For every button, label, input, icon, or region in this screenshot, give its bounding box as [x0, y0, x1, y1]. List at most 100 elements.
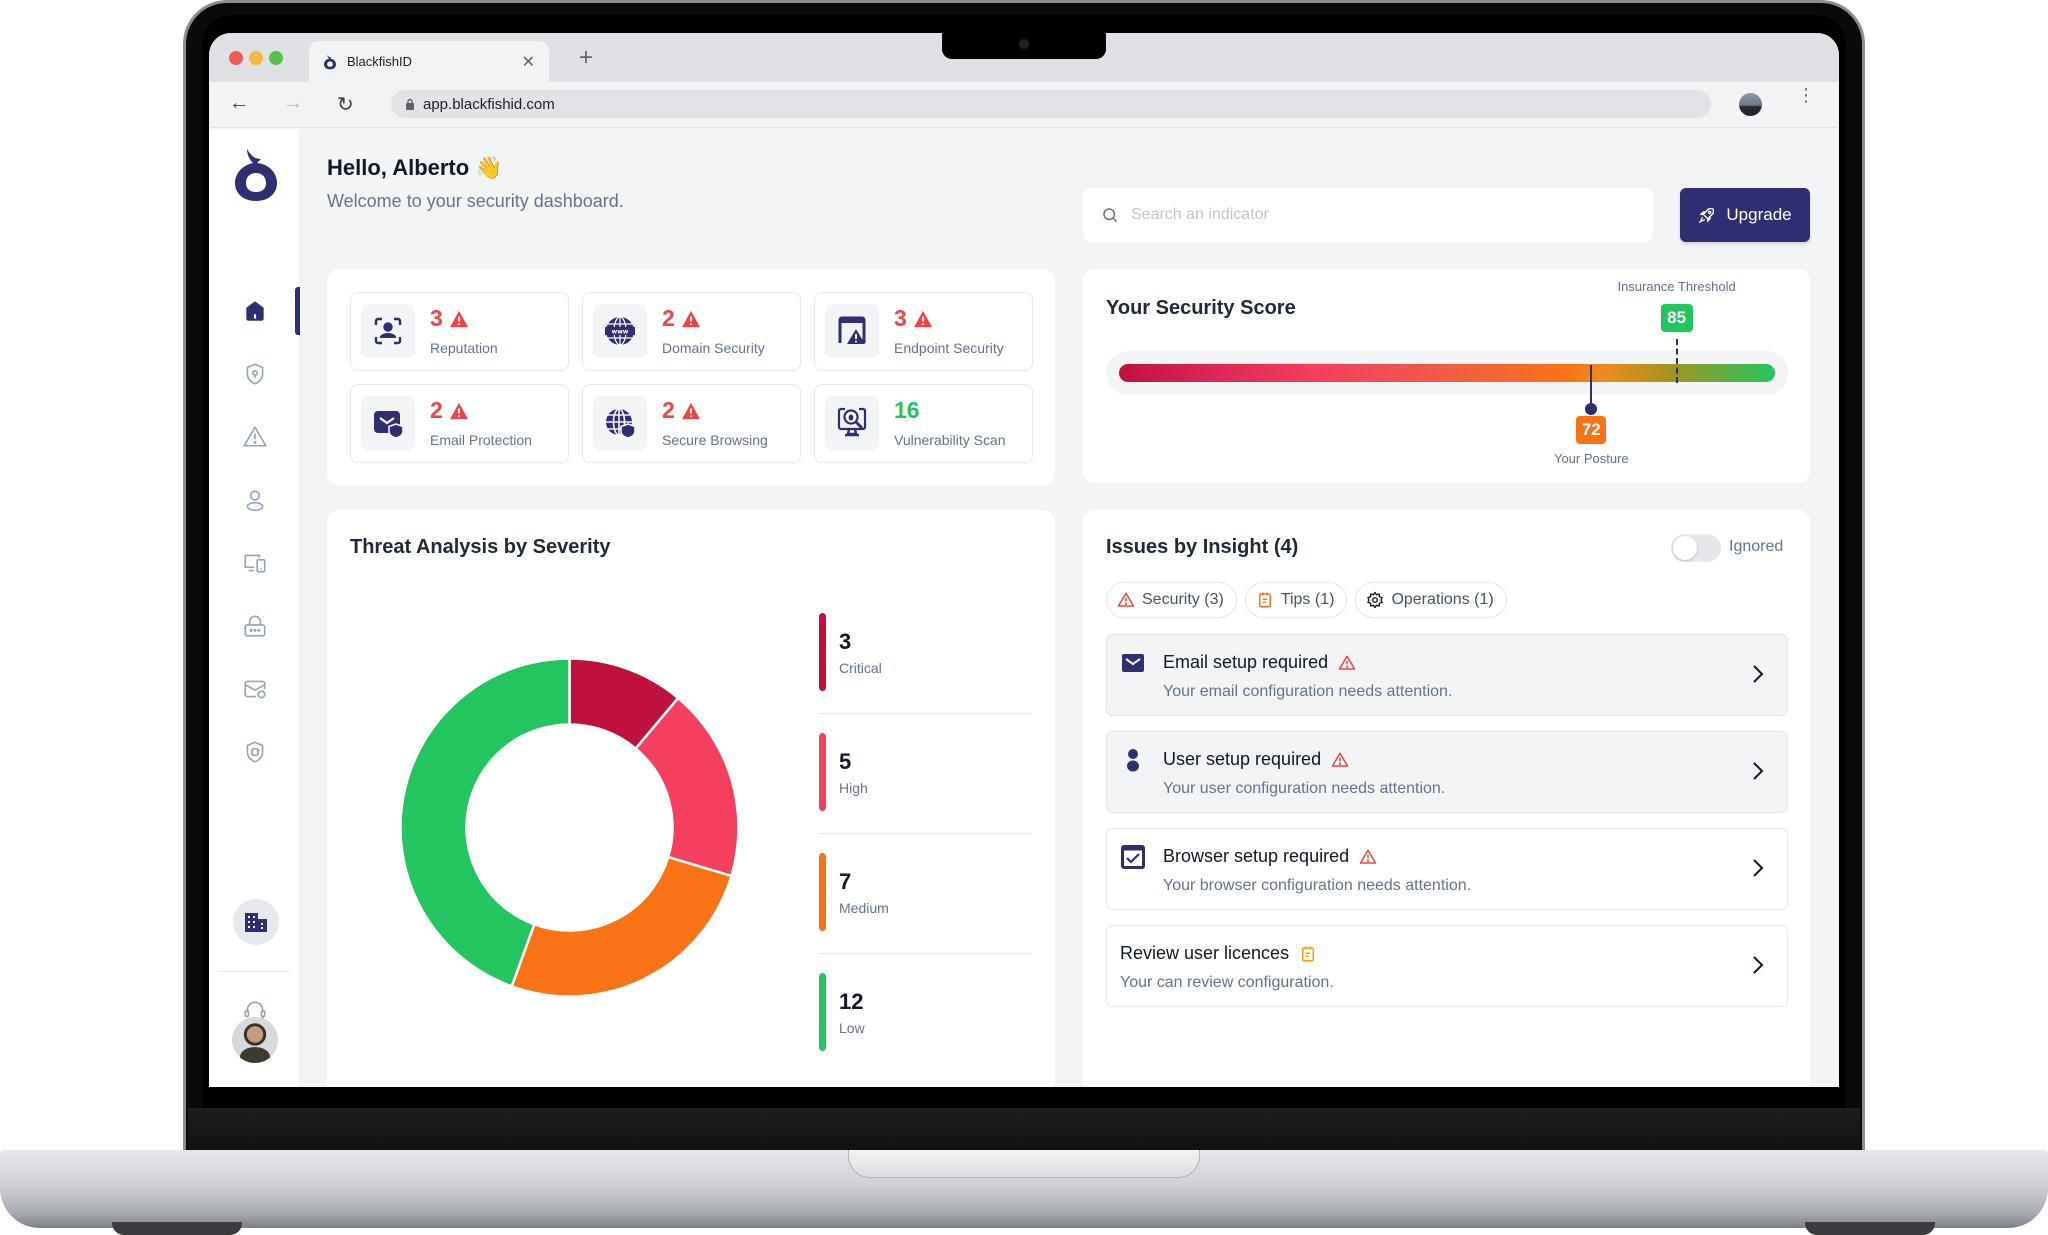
severity-donut-chart: [399, 657, 740, 998]
app: Hello, Alberto 👋 Welcome to your securit…: [209, 129, 1839, 1087]
sidebar-item-passwords[interactable]: [233, 604, 277, 648]
organization-icon: [245, 913, 267, 932]
sidebar-item-users[interactable]: [233, 478, 277, 522]
ignored-toggle[interactable]: [1671, 534, 1721, 562]
screen: BlackfishID ✕ + ← → ↻ app.blackfishid.co…: [209, 33, 1839, 1087]
laptop-mockup: BlackfishID ✕ + ← → ↻ app.blackfishid.co…: [0, 0, 2048, 1235]
filter-tips[interactable]: Tips (1): [1244, 582, 1348, 618]
kebab-menu-icon[interactable]: ⋮: [1797, 86, 1815, 104]
stat-count: 2: [662, 397, 675, 423]
blackfish-logo-icon[interactable]: [233, 147, 279, 203]
legend-divider: [819, 713, 1031, 714]
devices-icon: [244, 554, 266, 573]
upgrade-button[interactable]: Upgrade: [1680, 188, 1810, 242]
main-content: Hello, Alberto 👋 Welcome to your securit…: [300, 129, 1839, 1087]
chevron-right-icon[interactable]: [1751, 663, 1765, 685]
chevron-right-icon[interactable]: [1751, 760, 1765, 782]
stat-card-email-protection[interactable]: 2 Email Protection: [350, 384, 569, 463]
stat-card-reputation[interactable]: 3 Reputation: [350, 292, 569, 371]
sidebar: [209, 129, 300, 1087]
sidebar-item-email[interactable]: [233, 667, 277, 711]
sidebar-item-alerts[interactable]: [233, 415, 277, 459]
stat-icon-box: [361, 396, 415, 450]
sidebar-divider: [219, 971, 289, 972]
forward-icon[interactable]: →: [283, 92, 303, 115]
issue-item[interactable]: Review user licences Your can review con…: [1106, 925, 1788, 1007]
search-box[interactable]: [1083, 188, 1653, 242]
issue-description: Your browser configuration needs attenti…: [1163, 877, 1472, 894]
filter-operations[interactable]: Operations (1): [1355, 582, 1507, 618]
warning-filled-icon: [449, 402, 468, 419]
chevron-right-icon[interactable]: [1751, 857, 1765, 879]
issue-item[interactable]: Browser setup required Your browser conf…: [1106, 828, 1788, 910]
stat-value: 2: [430, 397, 469, 424]
blackfish-favicon-icon: [324, 54, 336, 69]
browser-tab[interactable]: BlackfishID ✕: [309, 41, 549, 82]
chart-title: Threat Analysis by Severity: [350, 536, 611, 558]
issue-description: Your email configuration needs attention…: [1163, 683, 1453, 700]
issue-item[interactable]: User setup required Your user configurat…: [1106, 731, 1788, 813]
ignored-toggle-label: Ignored: [1729, 538, 1784, 555]
threshold-label: Insurance Threshold: [1617, 279, 1736, 294]
close-tab-icon[interactable]: ✕: [522, 52, 535, 72]
waving-hand-icon: 👋: [475, 155, 503, 180]
browser-check-icon: [1121, 845, 1145, 869]
issue-title: Email setup required: [1163, 652, 1356, 673]
stat-value: 3: [894, 305, 933, 332]
back-icon[interactable]: ←: [229, 92, 249, 115]
filter-security[interactable]: Security (3): [1106, 582, 1237, 618]
legend-item-medium: 7 Medium: [819, 853, 1031, 973]
organization-button[interactable]: [233, 899, 279, 945]
window-minimize-button[interactable]: [249, 51, 263, 65]
search-input[interactable]: [1131, 206, 1611, 224]
user-icon: [246, 490, 264, 512]
sidebar-item-home[interactable]: [233, 289, 277, 333]
legend-value: 5: [839, 749, 852, 774]
stat-card-secure-browsing[interactable]: 2 Secure Browsing: [582, 384, 801, 463]
stat-icon-box: www: [593, 304, 647, 358]
warning-icon: [243, 426, 267, 447]
reload-icon[interactable]: ↻: [337, 92, 354, 117]
lock-icon: [406, 98, 414, 110]
address-bar[interactable]: app.blackfishid.com: [391, 90, 1711, 118]
issue-item[interactable]: Email setup required Your email configur…: [1106, 634, 1788, 716]
laptop-foot: [112, 1222, 242, 1235]
stat-card-endpoint-security[interactable]: 3 Endpoint Security: [814, 292, 1033, 371]
legend-value: 12: [839, 989, 864, 1014]
legend-color-bar: [819, 733, 826, 811]
notepad-icon: [1302, 946, 1315, 961]
www-globe-icon: www: [605, 316, 635, 346]
threat-analysis-panel: Threat Analysis by Severity 3 Critical 5 Hi…: [327, 510, 1055, 1087]
donut-slice-medium[interactable]: [510, 855, 733, 998]
window-maximize-button[interactable]: [269, 51, 283, 65]
profile-icon[interactable]: [1739, 93, 1762, 116]
filter-label: Operations (1): [1391, 591, 1494, 608]
stat-label: Domain Security: [662, 340, 765, 356]
sidebar-item-devices[interactable]: [233, 541, 277, 585]
stat-card-domain-security[interactable]: www 2 Domain Security: [582, 292, 801, 371]
issue-filters: Security (3) Tips (1) Operations (1): [1106, 582, 1507, 618]
tab-title: BlackfishID: [347, 54, 413, 69]
sidebar-item-vulnerabilities[interactable]: [233, 730, 277, 774]
window-close-button[interactable]: [229, 51, 243, 65]
stat-count: 2: [430, 397, 443, 423]
threshold-marker: [1675, 339, 1678, 383]
issue-title: User setup required: [1163, 749, 1349, 770]
stat-card-vulnerability-scan[interactable]: 16 Vulnerability Scan: [814, 384, 1033, 463]
issue-title-text: User setup required: [1163, 749, 1322, 769]
chevron-right-icon[interactable]: [1751, 954, 1765, 976]
new-tab-icon[interactable]: +: [579, 44, 593, 72]
sidebar-item-shield[interactable]: [233, 352, 277, 396]
user-avatar[interactable]: [232, 1017, 278, 1063]
legend-divider: [819, 953, 1031, 954]
legend-item-critical: 3 Critical: [819, 613, 1031, 733]
globe-shield-icon: [606, 408, 636, 439]
legend-divider: [819, 833, 1031, 834]
vulnerability-scan-icon: [837, 407, 867, 437]
stats-panel: 3 Reputation www 2 Domain Security 3 Endpoint …: [327, 269, 1055, 485]
legend-item-high: 5 High: [819, 733, 1031, 853]
password-lock-icon: [244, 615, 266, 637]
warning-icon: [1331, 752, 1349, 767]
stat-icon-box: [825, 396, 879, 450]
search-icon: [1103, 208, 1118, 223]
